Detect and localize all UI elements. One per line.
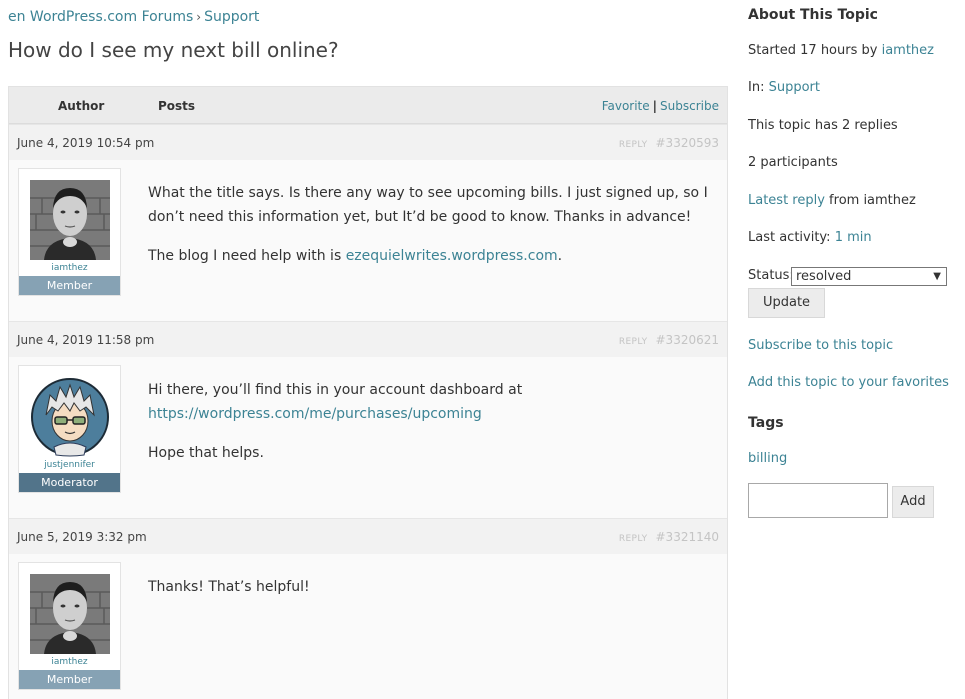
post-text: . (557, 248, 563, 264)
role-badge: Member (19, 670, 120, 689)
author-card: justjennifer Moderator (18, 365, 121, 493)
avatar[interactable] (29, 180, 110, 260)
author-card: iamthez Member (18, 168, 121, 296)
post-item: June 4, 2019 10:54 pm REPLY #3320593 iam… (9, 124, 727, 321)
last-activity-label: Last activity: (748, 230, 835, 245)
breadcrumb-separator: › (196, 10, 202, 24)
latest-reply-author: from iamthez (824, 193, 916, 208)
started-info: Started 17 hours by iamthez (748, 43, 934, 58)
post-body: iamthez Member What the title says. Is t… (9, 160, 727, 321)
topic-posts-table: Author Posts Favorite | Subscribe June 4, … (8, 86, 728, 699)
post-content: What the title says. Is there any way to… (148, 181, 720, 283)
post-paragraph: The blog I need help with is ezequielwri… (148, 244, 720, 268)
post-ref: REPLY #3321140 (619, 530, 719, 544)
post-paragraph: What the title says. Is there any way to… (148, 185, 708, 225)
status-label: Status: (748, 268, 794, 283)
replies-count: This topic has 2 replies (748, 118, 898, 133)
post-date: June 4, 2019 10:54 pm (17, 136, 155, 150)
post-ref: REPLY #3320621 (619, 333, 719, 347)
author-name-link[interactable]: iamthez (19, 657, 120, 670)
last-activity-info: Last activity: 1 min (748, 230, 872, 245)
author-card: iamthez Member (18, 562, 121, 690)
photo-avatar-icon (29, 180, 110, 260)
in-label: In: (748, 80, 769, 95)
tags-heading: Tags (748, 415, 784, 431)
post-meta: June 4, 2019 10:54 pm REPLY #3320593 (9, 124, 727, 160)
post-paragraph: Hi there, you’ll find this in your accou… (148, 378, 720, 426)
about-topic-heading: About This Topic (748, 7, 878, 23)
reply-link[interactable]: REPLY (619, 140, 648, 150)
add-favorite-link[interactable]: Add this topic to your favorites (748, 375, 949, 390)
actions-separator: | (652, 99, 658, 113)
post-date: June 4, 2019 11:58 pm (17, 333, 155, 347)
post-body: justjennifer Moderator Hi there, you’ll … (9, 357, 727, 518)
post-meta: June 5, 2019 3:32 pm REPLY #3321140 (9, 518, 727, 554)
post-permalink[interactable]: #3320593 (656, 136, 720, 150)
author-name-link[interactable]: iamthez (19, 263, 120, 276)
post-body: iamthez Member Thanks! That’s helpful! (9, 554, 727, 699)
subscribe-link[interactable]: Subscribe (660, 99, 719, 113)
forum-info: In: Support (748, 80, 820, 95)
post-content: Hi there, you’ll find this in your accou… (148, 378, 720, 480)
post-permalink[interactable]: #3320621 (656, 333, 720, 347)
subscribe-topic-link[interactable]: Subscribe to this topic (748, 338, 893, 353)
participants-count: 2 participants (748, 155, 838, 170)
post-content: Thanks! That’s helpful! (148, 575, 720, 614)
breadcrumb-forums-link[interactable]: en WordPress.com Forums (8, 9, 193, 25)
role-badge: Member (19, 276, 120, 295)
post-meta: June 4, 2019 11:58 pm REPLY #3320621 (9, 321, 727, 357)
started-author-link[interactable]: iamthez (882, 43, 934, 58)
column-header-posts: Posts (158, 99, 196, 113)
photo-avatar-icon (29, 574, 110, 654)
post-text: The blog I need help with is (148, 248, 346, 264)
status-selected-value: resolved (796, 269, 852, 284)
latest-reply-info: Latest reply from iamthez (748, 193, 916, 208)
post-item: June 5, 2019 3:32 pm REPLY #3321140 iamt… (9, 518, 727, 699)
avatar[interactable] (29, 574, 110, 654)
post-ref: REPLY #3320593 (619, 136, 719, 150)
blog-link[interactable]: ezequielwrites.wordpress.com (346, 248, 558, 264)
purchases-link[interactable]: https://wordpress.com/me/purchases/upcom… (148, 406, 482, 422)
role-badge: Moderator (19, 473, 120, 492)
tag-link-billing[interactable]: billing (748, 451, 787, 466)
forum-link[interactable]: Support (769, 80, 820, 95)
topic-actions: Favorite | Subscribe (602, 99, 719, 113)
latest-reply-link[interactable]: Latest reply (748, 193, 825, 208)
table-header: Author Posts Favorite | Subscribe (9, 87, 727, 124)
status-select[interactable]: resolved ▼ (791, 267, 947, 286)
update-button[interactable]: Update (748, 288, 825, 318)
post-item: June 4, 2019 11:58 pm REPLY #3320621 jus… (9, 321, 727, 518)
post-permalink[interactable]: #3321140 (656, 530, 720, 544)
post-date: June 5, 2019 3:32 pm (17, 530, 147, 544)
page-title: How do I see my next bill online? (8, 38, 339, 62)
reply-link[interactable]: REPLY (619, 337, 648, 347)
last-activity-link[interactable]: 1 min (835, 230, 872, 245)
column-header-author: Author (58, 99, 105, 113)
author-name-link[interactable]: justjennifer (19, 460, 120, 473)
breadcrumb-support-link[interactable]: Support (204, 9, 259, 25)
favorite-link[interactable]: Favorite (602, 99, 650, 113)
tag-input[interactable] (748, 483, 888, 518)
started-text: Started 17 hours by (748, 43, 882, 58)
post-paragraph: Hope that helps. (148, 445, 264, 461)
breadcrumb: en WordPress.com Forums › Support (8, 9, 259, 25)
post-paragraph: Thanks! That’s helpful! (148, 579, 310, 595)
reply-link[interactable]: REPLY (619, 534, 648, 544)
post-text: Hi there, you’ll find this in your accou… (148, 382, 523, 398)
add-tag-button[interactable]: Add (892, 486, 934, 518)
dropdown-arrow-icon: ▼ (933, 271, 941, 282)
avatar[interactable] (30, 377, 110, 457)
cartoon-avatar-icon (30, 378, 109, 457)
